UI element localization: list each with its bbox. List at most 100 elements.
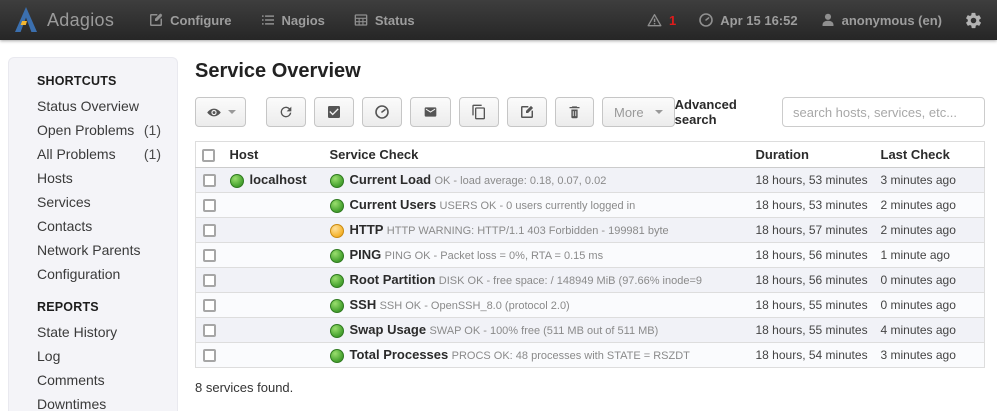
copy-icon [471, 104, 487, 120]
table-row: Swap Usage SWAP OK - 100% free (511 MB o… [196, 318, 985, 343]
clone-button[interactable] [459, 97, 499, 127]
nav-link-label: Status [375, 13, 415, 28]
table-icon [353, 12, 369, 28]
list-icon [260, 12, 276, 28]
main-content: Service Overview [195, 40, 985, 395]
delete-button[interactable] [555, 97, 594, 127]
duration-cell: 18 hours, 56 minutes [750, 243, 875, 268]
duration-cell: 18 hours, 53 minutes [750, 193, 875, 218]
service-status-dot [330, 299, 344, 313]
service-status-dot [330, 349, 344, 363]
service-link[interactable]: SSH [350, 297, 377, 312]
sidebar-item-hosts[interactable]: Hosts [37, 166, 177, 190]
adagios-app: Adagios Configure Nagios Status 1 [0, 0, 997, 411]
clock-icon [374, 104, 390, 120]
nav-link-status[interactable]: Status [353, 12, 415, 28]
toolbar: More Advanced search [195, 97, 985, 127]
envelope-icon [422, 105, 439, 119]
row-checkbox[interactable] [203, 224, 216, 237]
service-detail: USERS OK - 0 users currently logged in [440, 200, 636, 212]
sidebar-item-status-overview[interactable]: Status Overview [37, 94, 177, 118]
schedule-downtime-button[interactable] [362, 97, 402, 127]
datetime-label: Apr 15 16:52 [720, 13, 797, 28]
results-count: 8 services found. [195, 380, 985, 395]
table-row: HTTP HTTP WARNING: HTTP/1.1 403 Forbidde… [196, 218, 985, 243]
sidebar-item-downtimes[interactable]: Downtimes [37, 392, 177, 411]
advanced-search-link[interactable]: Advanced search [675, 97, 774, 127]
last-check-cell: 2 minutes ago [875, 218, 985, 243]
service-link[interactable]: Swap Usage [350, 322, 427, 337]
sidebar-item-network-parents[interactable]: Network Parents [37, 238, 177, 262]
refresh-icon [278, 104, 294, 120]
row-checkbox[interactable] [203, 274, 216, 287]
service-detail: PROCS OK: 48 processes with STATE = RSZD… [452, 350, 690, 362]
duration-cell: 18 hours, 57 minutes [750, 218, 875, 243]
service-link[interactable]: Current Load [350, 172, 432, 187]
select-all-checkbox[interactable] [202, 149, 215, 162]
service-link[interactable]: Current Users [350, 197, 437, 212]
table-row: Current Users USERS OK - 0 users current… [196, 193, 985, 218]
sidebar-item-state-history[interactable]: State History [37, 320, 177, 344]
service-link[interactable]: Total Processes [350, 347, 449, 362]
brand-home-link[interactable]: Adagios [14, 7, 114, 33]
datetime-menu[interactable]: Apr 15 16:52 [698, 12, 797, 28]
service-detail: DISK OK - free space: / 148949 MiB (97.6… [439, 275, 702, 287]
host-link[interactable]: localhost [250, 172, 307, 187]
table-header-row: Host Service Check Duration Last Check [196, 142, 985, 168]
adagios-logo-icon [14, 7, 38, 33]
user-menu[interactable]: anonymous (en) [820, 12, 942, 28]
eye-icon [205, 105, 223, 120]
navbar-right: 1 Apr 15 16:52 anonymous (en) [646, 11, 983, 30]
edit-button[interactable] [507, 97, 547, 127]
row-checkbox[interactable] [203, 299, 216, 312]
last-check-cell: 0 minutes ago [875, 268, 985, 293]
check-square-icon [326, 104, 342, 120]
row-checkbox[interactable] [203, 249, 216, 262]
send-notification-button[interactable] [410, 97, 451, 127]
clock-icon [698, 12, 714, 28]
row-checkbox[interactable] [203, 199, 216, 212]
nav-link-nagios[interactable]: Nagios [260, 12, 325, 28]
duration-cell: 18 hours, 55 minutes [750, 318, 875, 343]
nav-link-configure[interactable]: Configure [148, 12, 231, 28]
sidebar-item-all-problems[interactable]: All Problems(1) [37, 142, 177, 166]
sidebar-item-contacts[interactable]: Contacts [37, 214, 177, 238]
view-toggle-button[interactable] [195, 97, 246, 127]
sidebar: SHORTCUTS Status Overview Open Problems(… [8, 57, 178, 411]
table-row: PING PING OK - Packet loss = 0%, RTA = 0… [196, 243, 985, 268]
brand-name: Adagios [47, 10, 114, 31]
alerts-indicator[interactable]: 1 [646, 12, 676, 28]
last-check-cell: 3 minutes ago [875, 343, 985, 368]
user-icon [820, 12, 836, 28]
sidebar-item-comments[interactable]: Comments [37, 368, 177, 392]
sidebar-item-services[interactable]: Services [37, 190, 177, 214]
acknowledge-button[interactable] [314, 97, 354, 127]
service-status-dot [330, 324, 344, 338]
sidebar-item-configuration[interactable]: Configuration [37, 262, 177, 286]
row-checkbox[interactable] [203, 349, 216, 362]
header-duration: Duration [750, 142, 875, 168]
more-button[interactable]: More [602, 97, 675, 127]
chevron-down-icon [655, 110, 663, 114]
page-title: Service Overview [195, 60, 985, 83]
search-input[interactable] [782, 97, 985, 127]
refresh-button[interactable] [266, 97, 306, 127]
service-status-dot [330, 174, 344, 188]
gear-icon [964, 11, 983, 30]
row-checkbox[interactable] [203, 324, 216, 337]
last-check-cell: 4 minutes ago [875, 318, 985, 343]
nav-links: Configure Nagios Status [148, 12, 414, 28]
services-table: Host Service Check Duration Last Check l… [195, 141, 985, 368]
row-checkbox[interactable] [203, 174, 216, 187]
service-link[interactable]: PING [350, 247, 382, 262]
sidebar-item-open-problems[interactable]: Open Problems(1) [37, 118, 177, 142]
nav-link-label: Configure [170, 13, 231, 28]
nav-link-label: Nagios [282, 13, 325, 28]
trash-icon [567, 104, 582, 120]
settings-button[interactable] [964, 11, 983, 30]
sidebar-item-log[interactable]: Log [37, 344, 177, 368]
service-link[interactable]: HTTP [350, 222, 384, 237]
service-detail: SSH OK - OpenSSH_8.0 (protocol 2.0) [380, 300, 570, 312]
service-status-dot [330, 274, 344, 288]
service-link[interactable]: Root Partition [350, 272, 436, 287]
